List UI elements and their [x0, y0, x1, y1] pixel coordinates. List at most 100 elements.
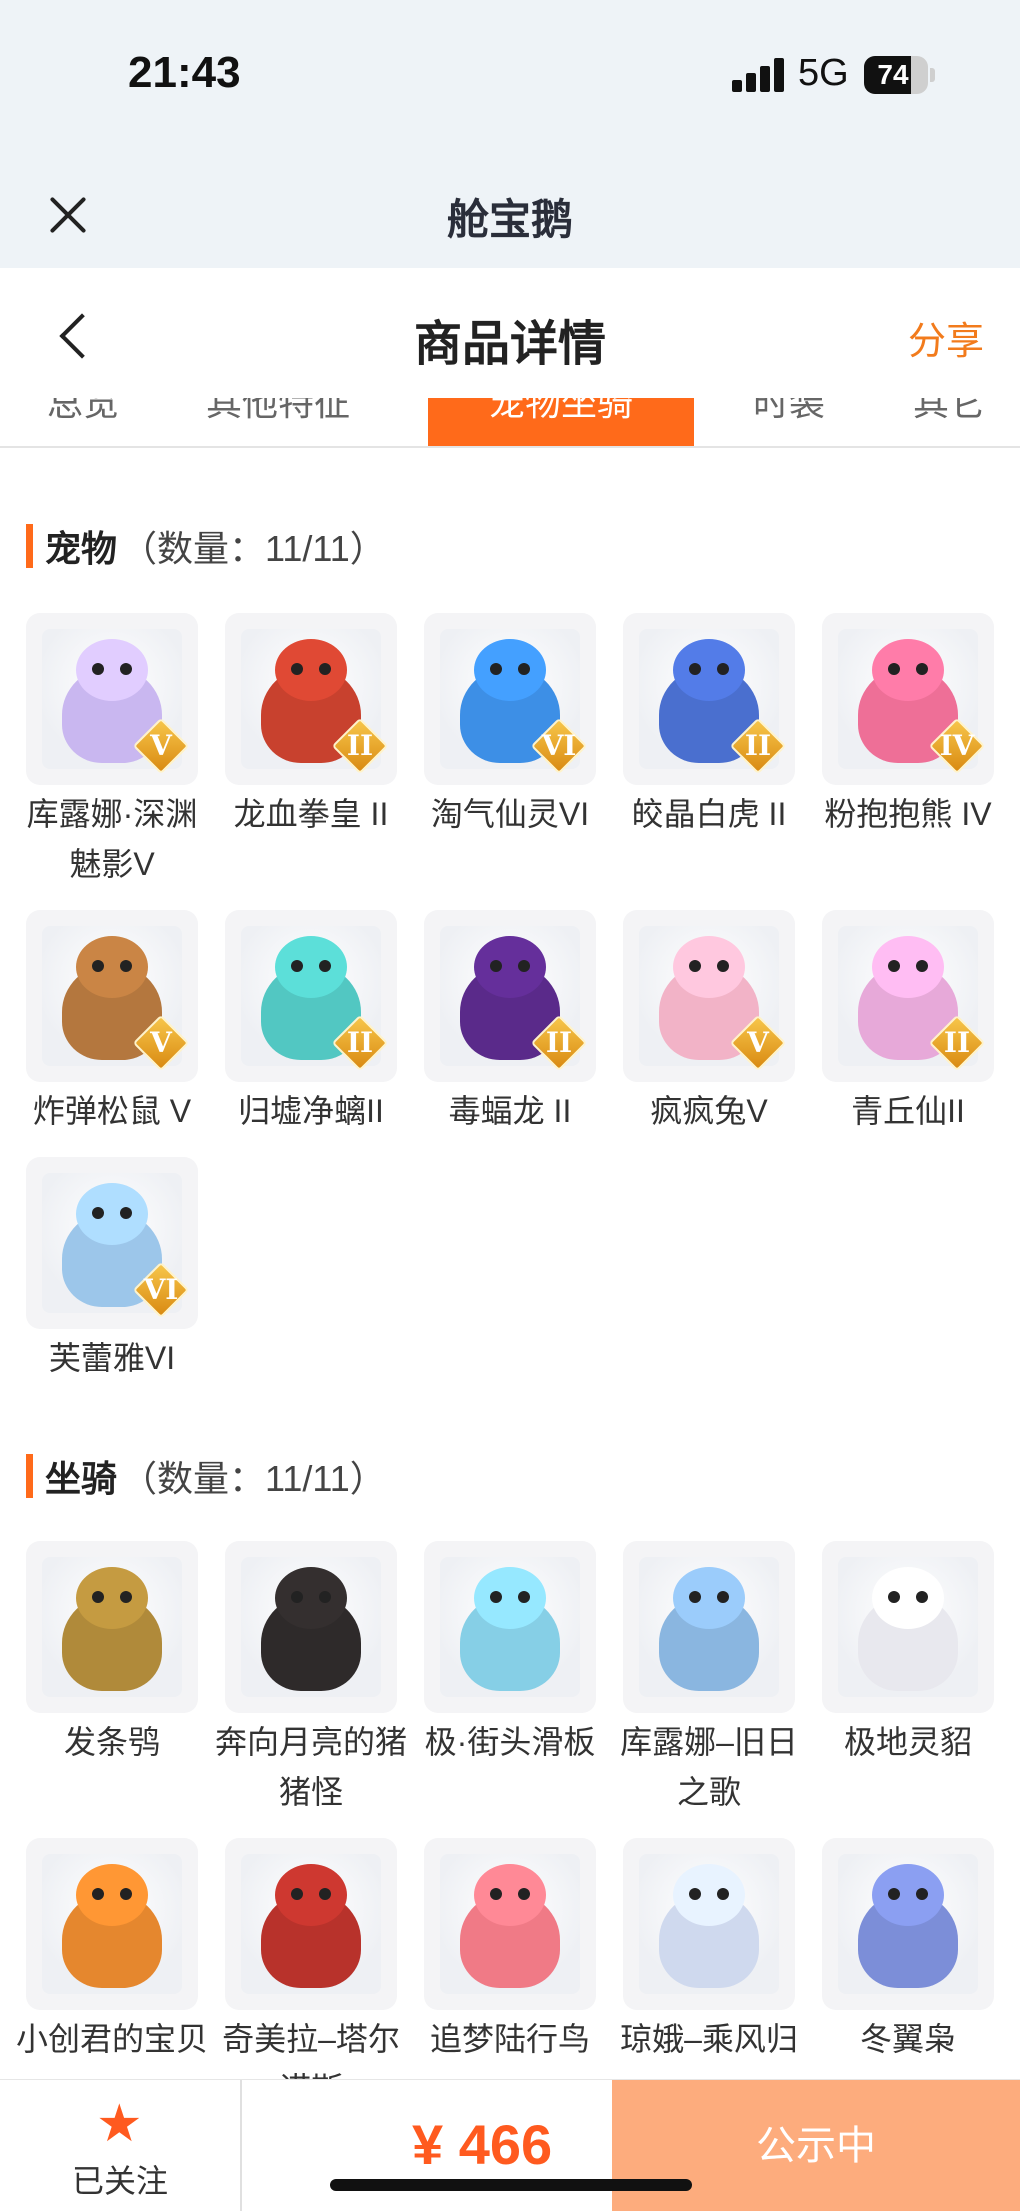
item-image	[639, 1557, 779, 1697]
price: ¥ 466	[412, 2113, 553, 2176]
item-thumbnail: V	[26, 910, 198, 1082]
battery-tip	[930, 68, 935, 82]
tier-badge-icon: II	[331, 717, 389, 775]
tab-bar: 总览 其他特征 宠物坐骑 时装 其它	[0, 398, 1020, 448]
item-name: 芙蕾雅VI	[48, 1340, 176, 1376]
tab-pets-mounts[interactable]: 宠物坐骑	[428, 398, 694, 446]
battery-icon: 74	[864, 56, 928, 94]
item-card[interactable]: 库露娜–旧日之歌	[620, 1541, 798, 1817]
item-card[interactable]: VI 芙蕾雅VI	[26, 1157, 198, 1383]
item-card[interactable]: 琼娥–乘风归	[620, 1838, 798, 2064]
app-bar: 舱宝鹅	[0, 160, 1020, 268]
item-thumbnail	[822, 1541, 994, 1713]
page-header: 商品详情 分享	[0, 268, 1020, 398]
item-thumbnail	[225, 1541, 397, 1713]
item-card[interactable]: II 皎晶白虎 II	[623, 613, 795, 839]
signal-icon	[732, 58, 784, 92]
item-thumbnail: V	[26, 613, 198, 785]
share-button[interactable]: 分享	[908, 310, 984, 365]
item-name: 库露娜–旧日之歌	[620, 1724, 798, 1810]
tier-badge-icon: V	[132, 1014, 190, 1072]
item-card[interactable]: 追梦陆行鸟	[424, 1838, 596, 2064]
item-image	[838, 1557, 978, 1697]
tier-badge-icon: II	[928, 1014, 986, 1072]
item-card[interactable]: 发条鸮	[26, 1541, 198, 1767]
tier-badge-icon: V	[132, 717, 190, 775]
item-name: 小创君的宝贝	[15, 2021, 208, 2057]
item-name: 极地灵貂	[843, 1724, 972, 1760]
item-name: 琼娥–乘风归	[620, 2021, 798, 2057]
item-name: 极·街头滑板	[424, 1724, 596, 1760]
item-image	[838, 1854, 978, 1994]
item-card[interactable]: V 疯疯兔V	[623, 910, 795, 1136]
item-thumbnail: II	[822, 910, 994, 1082]
battery-level: 74	[877, 59, 909, 90]
tab-other-features[interactable]: 其他特征	[168, 398, 388, 446]
item-thumbnail	[26, 1541, 198, 1713]
item-card[interactable]: V 炸弹松鼠 V	[26, 910, 198, 1136]
item-thumbnail: II	[623, 613, 795, 785]
item-thumbnail	[225, 1838, 397, 2010]
item-image	[440, 1557, 580, 1697]
tab-others[interactable]: 其它	[894, 398, 1004, 446]
item-card[interactable]: II 毒蝠龙 II	[424, 910, 596, 1136]
item-name: 皎晶白虎 II	[631, 796, 787, 832]
item-thumbnail: II	[225, 910, 397, 1082]
item-card[interactable]: II 归墟净螭II	[225, 910, 397, 1136]
item-image	[241, 1854, 381, 1994]
item-card[interactable]: 奇美拉–塔尔诺斯	[222, 1838, 400, 2114]
section-name: 坐骑	[45, 1458, 118, 1499]
item-thumbnail	[26, 1838, 198, 2010]
item-card[interactable]: II 龙血拳皇 II	[225, 613, 397, 839]
tier-badge-icon: VI	[530, 717, 588, 775]
status-bar: 21:43 5G 74	[0, 0, 1020, 160]
item-card[interactable]: 冬翼枭	[822, 1838, 994, 2064]
tier-badge-icon: V	[729, 1014, 787, 1072]
mounts-section-title: 坐骑 （数量：11/11）	[26, 1450, 386, 1502]
section-count: （数量：11/11）	[121, 528, 386, 569]
item-image	[639, 1854, 779, 1994]
home-indicator	[330, 2179, 692, 2191]
item-thumbnail	[822, 1838, 994, 2010]
section-count: （数量：11/11）	[121, 1458, 386, 1499]
app-title: 舱宝鹅	[446, 196, 573, 243]
item-name: 炸弹松鼠 V	[32, 1093, 192, 1129]
follow-label: 已关注	[71, 2163, 168, 2199]
tier-badge-icon: IV	[928, 717, 986, 775]
item-card[interactable]: 小创君的宝贝	[16, 1838, 208, 2064]
item-thumbnail: IV	[822, 613, 994, 785]
item-card[interactable]: 极地灵貂	[822, 1541, 994, 1767]
item-thumbnail	[623, 1541, 795, 1713]
item-card[interactable]: V 库露娜·深渊魅影V	[26, 613, 198, 889]
item-image	[241, 1557, 381, 1697]
bottom-bar: ★ 已关注 ¥ 466 公示中	[0, 2079, 1020, 2211]
item-name: 疯疯兔V	[650, 1093, 768, 1129]
status-button[interactable]: 公示中	[612, 2080, 1020, 2211]
tab-overview[interactable]: 总览	[28, 398, 138, 446]
section-marker	[26, 524, 33, 568]
item-thumbnail: VI	[26, 1157, 198, 1329]
item-image	[440, 1854, 580, 1994]
item-name: 发条鸮	[63, 1724, 160, 1760]
item-card[interactable]: 极·街头滑板	[424, 1541, 596, 1767]
item-thumbnail	[623, 1838, 795, 2010]
item-image	[42, 1854, 182, 1994]
pets-section-title: 宠物 （数量：11/11）	[26, 520, 386, 572]
status-time: 21:43	[128, 48, 241, 97]
item-image	[42, 1557, 182, 1697]
follow-button[interactable]: ★ 已关注	[0, 2080, 242, 2211]
item-card[interactable]: IV 粉抱抱熊 IV	[822, 613, 994, 839]
item-card[interactable]: II 青丘仙II	[822, 910, 994, 1136]
item-name: 冬翼枭	[859, 2021, 956, 2057]
item-thumbnail: V	[623, 910, 795, 1082]
item-card[interactable]: VI 淘气仙灵VI	[424, 613, 596, 839]
item-name: 归墟净螭II	[238, 1093, 384, 1129]
network-type: 5G	[798, 52, 849, 94]
tier-badge-icon: II	[331, 1014, 389, 1072]
item-thumbnail: VI	[424, 613, 596, 785]
item-name: 龙血拳皇 II	[233, 796, 389, 832]
item-name: 库露娜·深渊魅影V	[26, 796, 198, 882]
item-name: 追梦陆行鸟	[429, 2021, 590, 2057]
item-card[interactable]: 奔向月亮的猪猪怪	[215, 1541, 407, 1817]
tab-fashion[interactable]: 时装	[734, 398, 844, 446]
